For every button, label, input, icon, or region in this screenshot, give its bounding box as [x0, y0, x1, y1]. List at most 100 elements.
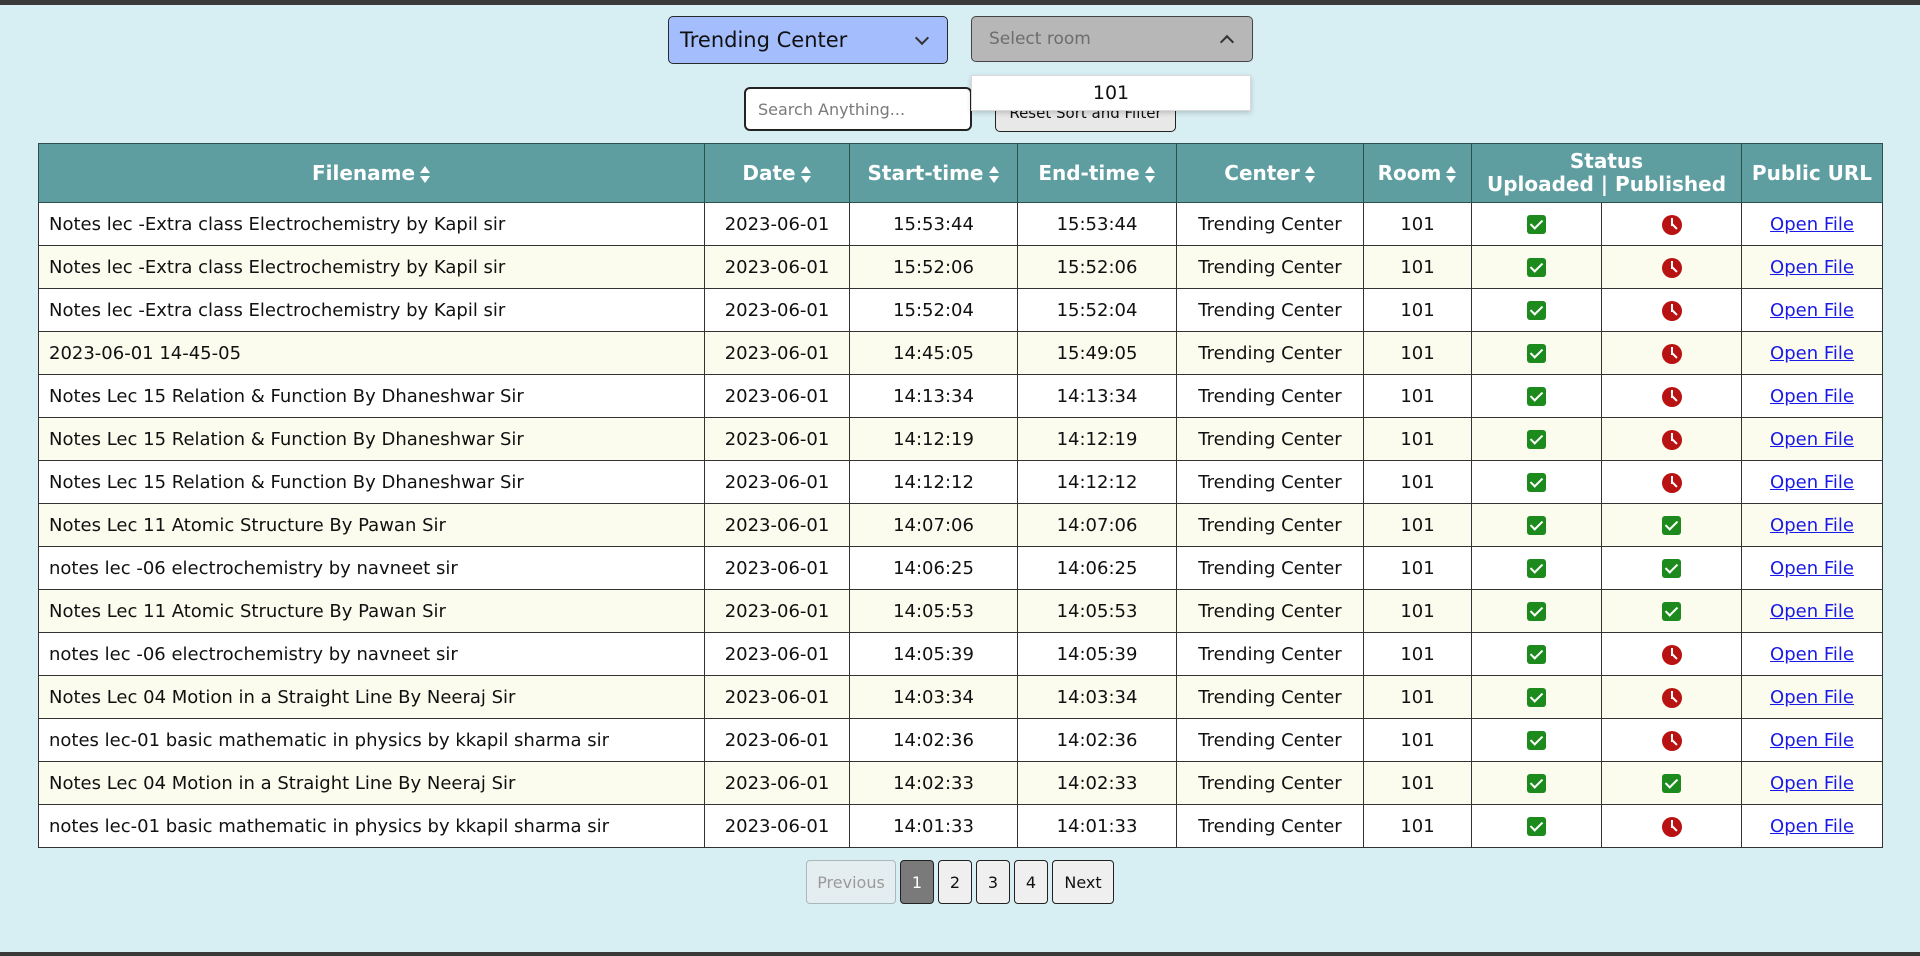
header-public-url: Public URL	[1741, 143, 1883, 203]
cell-published-status	[1601, 374, 1742, 418]
cell-start-time: 15:53:44	[849, 202, 1018, 246]
room-select-placeholder: Select room	[989, 29, 1091, 49]
open-file-link[interactable]: Open File	[1770, 257, 1854, 278]
cell-center: Trending Center	[1176, 460, 1364, 504]
cell-date: 2023-06-01	[704, 331, 850, 375]
cell-published-status	[1601, 546, 1742, 590]
open-file-link[interactable]: Open File	[1770, 601, 1854, 622]
room-dropdown-option[interactable]: 101	[971, 75, 1251, 111]
room-select[interactable]: Select room	[971, 16, 1253, 62]
cell-uploaded-status	[1471, 245, 1602, 289]
check-icon	[1662, 516, 1681, 535]
open-file-link[interactable]: Open File	[1770, 343, 1854, 364]
cell-center: Trending Center	[1176, 503, 1364, 547]
cell-published-status	[1601, 804, 1742, 848]
sort-icon[interactable]	[1304, 165, 1316, 185]
cell-room: 101	[1363, 804, 1472, 848]
header-center[interactable]: Center	[1176, 143, 1364, 203]
open-file-link[interactable]: Open File	[1770, 730, 1854, 751]
open-file-link[interactable]: Open File	[1770, 558, 1854, 579]
cell-date: 2023-06-01	[704, 632, 850, 676]
check-icon	[1527, 602, 1546, 621]
check-icon	[1662, 559, 1681, 578]
page-4-button[interactable]: 4	[1014, 860, 1048, 904]
page-3-button[interactable]: 3	[976, 860, 1010, 904]
cell-date: 2023-06-01	[704, 374, 850, 418]
cell-filename: Notes lec -Extra class Electrochemistry …	[38, 202, 705, 246]
check-icon	[1527, 215, 1546, 234]
table-row: Notes Lec 04 Motion in a Straight Line B…	[38, 675, 1883, 719]
cell-public-url: Open File	[1741, 202, 1883, 246]
open-file-link[interactable]: Open File	[1770, 386, 1854, 407]
cell-date: 2023-06-01	[704, 589, 850, 633]
cell-public-url: Open File	[1741, 503, 1883, 547]
table-row: notes lec -06 electrochemistry by navnee…	[38, 632, 1883, 676]
cell-start-time: 15:52:04	[849, 288, 1018, 332]
table-header-row: Filename Date Start-time End-time Center…	[38, 143, 1883, 203]
cell-filename: notes lec -06 electrochemistry by navnee…	[38, 632, 705, 676]
cell-room: 101	[1363, 374, 1472, 418]
next-page-button[interactable]: Next	[1052, 860, 1114, 904]
cell-center: Trending Center	[1176, 761, 1364, 805]
cell-filename: Notes lec -Extra class Electrochemistry …	[38, 245, 705, 289]
cell-room: 101	[1363, 202, 1472, 246]
table-row: 2023-06-01 14-45-05 2023-06-01 14:45:05 15:…	[38, 331, 1883, 375]
open-file-link[interactable]: Open File	[1770, 816, 1854, 837]
cell-date: 2023-06-01	[704, 202, 850, 246]
cell-center: Trending Center	[1176, 202, 1364, 246]
open-file-link[interactable]: Open File	[1770, 472, 1854, 493]
sort-icon[interactable]	[1445, 165, 1457, 185]
page-1-button[interactable]: 1	[900, 860, 934, 904]
cell-date: 2023-06-01	[704, 417, 850, 461]
cell-start-time: 14:45:05	[849, 331, 1018, 375]
cell-center: Trending Center	[1176, 589, 1364, 633]
cell-center: Trending Center	[1176, 804, 1364, 848]
check-icon	[1527, 473, 1546, 492]
cell-filename: Notes Lec 04 Motion in a Straight Line B…	[38, 675, 705, 719]
open-file-link[interactable]: Open File	[1770, 644, 1854, 665]
cell-end-time: 14:01:33	[1017, 804, 1177, 848]
open-file-link[interactable]: Open File	[1770, 429, 1854, 450]
cell-uploaded-status	[1471, 460, 1602, 504]
open-file-link[interactable]: Open File	[1770, 773, 1854, 794]
sort-icon[interactable]	[800, 165, 812, 185]
check-icon	[1527, 645, 1546, 664]
previous-page-button[interactable]: Previous	[806, 860, 896, 904]
page-2-button[interactable]: 2	[938, 860, 972, 904]
clock-icon	[1661, 730, 1682, 751]
cell-uploaded-status	[1471, 331, 1602, 375]
cell-start-time: 14:12:19	[849, 417, 1018, 461]
sort-icon[interactable]	[1144, 165, 1156, 185]
table-row: Notes Lec 15 Relation & Function By Dhan…	[38, 460, 1883, 504]
open-file-link[interactable]: Open File	[1770, 515, 1854, 536]
cell-public-url: Open File	[1741, 288, 1883, 332]
cell-end-time: 14:12:19	[1017, 417, 1177, 461]
sort-icon[interactable]	[419, 165, 431, 185]
cell-start-time: 14:03:34	[849, 675, 1018, 719]
cell-center: Trending Center	[1176, 546, 1364, 590]
cell-public-url: Open File	[1741, 546, 1883, 590]
header-start-time[interactable]: Start-time	[849, 143, 1018, 203]
sort-icon[interactable]	[988, 165, 1000, 185]
cell-filename: Notes Lec 15 Relation & Function By Dhan…	[38, 374, 705, 418]
header-date[interactable]: Date	[704, 143, 850, 203]
cell-center: Trending Center	[1176, 632, 1364, 676]
table-body: Notes lec -Extra class Electrochemistry …	[38, 202, 1883, 848]
center-select[interactable]: Trending Center	[668, 16, 948, 64]
header-end-time[interactable]: End-time	[1017, 143, 1177, 203]
open-file-link[interactable]: Open File	[1770, 214, 1854, 235]
table-row: notes lec-01 basic mathematic in physics…	[38, 804, 1883, 848]
header-filename[interactable]: Filename	[38, 143, 705, 203]
cell-public-url: Open File	[1741, 460, 1883, 504]
open-file-link[interactable]: Open File	[1770, 687, 1854, 708]
cell-center: Trending Center	[1176, 417, 1364, 461]
open-file-link[interactable]: Open File	[1770, 300, 1854, 321]
header-room[interactable]: Room	[1363, 143, 1472, 203]
cell-published-status	[1601, 718, 1742, 762]
cell-center: Trending Center	[1176, 718, 1364, 762]
table-row: notes lec-01 basic mathematic in physics…	[38, 718, 1883, 762]
search-input[interactable]	[744, 87, 972, 131]
cell-uploaded-status	[1471, 589, 1602, 633]
cell-public-url: Open File	[1741, 245, 1883, 289]
cell-room: 101	[1363, 417, 1472, 461]
